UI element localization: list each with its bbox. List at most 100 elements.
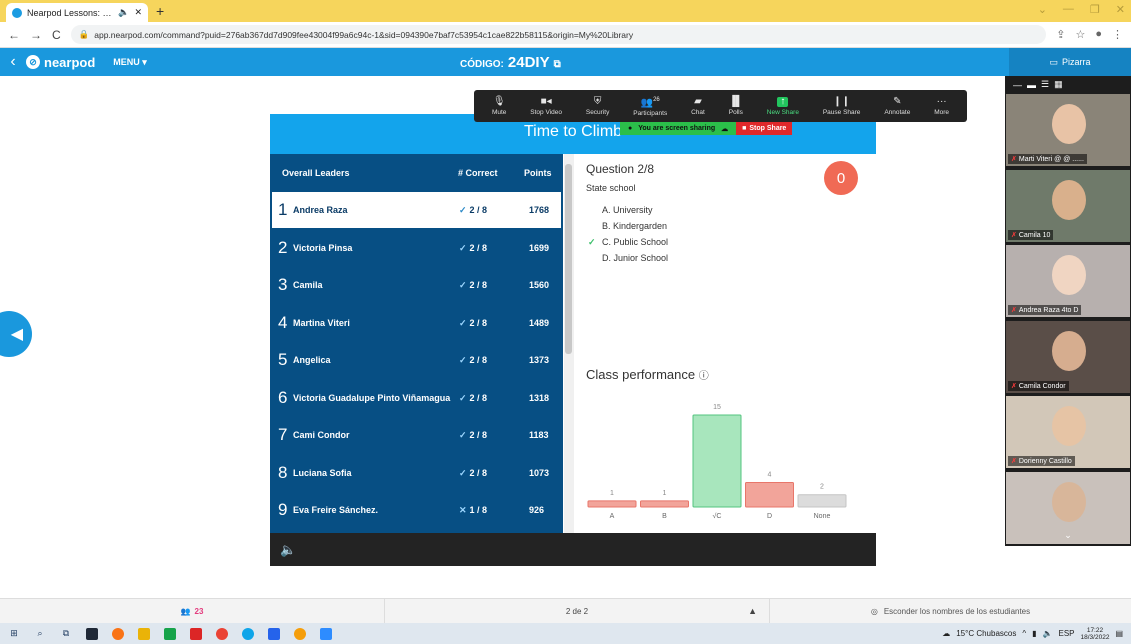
back-arrow-icon[interactable]: ← — [8, 28, 20, 42]
chevron-down-icon[interactable]: ⌄ — [1005, 530, 1131, 546]
chrome-icon[interactable] — [216, 627, 228, 640]
powerpoint-icon[interactable] — [190, 627, 202, 640]
chrome-canary-icon[interactable] — [294, 627, 306, 640]
notifications-icon[interactable]: ▤ — [1115, 629, 1123, 638]
extension-icon[interactable]: ● — [1095, 28, 1102, 41]
firefox-icon[interactable] — [112, 627, 124, 640]
zoom-pause-share-button[interactable]: ❙❙ Pause Share — [823, 96, 861, 116]
url-field[interactable]: 🔒 app.nearpod.com/command?puid=276ab367d… — [70, 25, 1047, 44]
minimize-icon[interactable]: — — [1063, 3, 1074, 16]
screen-sharing-banner: ● You are screen sharing ☁ ■ Stop Share — [620, 122, 793, 135]
category-label: B — [662, 513, 667, 520]
bar-value-label: 15 — [713, 404, 721, 411]
file-explorer-icon[interactable] — [138, 627, 150, 640]
correct-count: ✓ 2 / 8 — [459, 280, 488, 290]
speaker-view-icon[interactable]: ▬ — [1027, 80, 1036, 90]
chevron-left-icon[interactable]: ‹ — [0, 53, 26, 71]
browser-tab[interactable]: Nearpod Lessons: Download 🔈 ✕ — [6, 3, 148, 22]
question-scrollbar[interactable] — [564, 154, 574, 533]
store-icon[interactable] — [86, 627, 98, 640]
student-name: Luciana Sofia — [293, 467, 352, 478]
student-name: Andrea Raza — [293, 205, 348, 215]
language-indicator[interactable]: ESP — [1059, 629, 1075, 638]
zoom-security-button[interactable]: ⛨ Security — [586, 95, 609, 116]
shield-icon: ⛨ — [593, 95, 602, 107]
participant-video-tile[interactable]: ✗ Camila 10 — [1006, 169, 1130, 242]
nearpod-favicon-icon — [12, 7, 22, 18]
kebab-menu-icon[interactable]: ⋮ — [1112, 28, 1123, 41]
zoom-new-share-button[interactable]: ↑ New Share — [767, 96, 799, 116]
minimize-icon[interactable]: — — [1013, 80, 1022, 90]
participant-video-tile[interactable]: ✗ Andrea Raza 4to D — [1006, 245, 1130, 317]
forward-arrow-icon[interactable]: → — [30, 28, 42, 42]
check-icon: ✓ — [459, 317, 467, 328]
points: 1183 — [529, 430, 549, 440]
word-icon[interactable] — [268, 627, 280, 640]
strip-view-icon[interactable]: ☰ — [1041, 79, 1049, 90]
zoom-annotate-button[interactable]: ✎ Annotate — [884, 96, 910, 116]
previous-slide-button[interactable]: ◀ — [0, 311, 32, 357]
windows-taskbar: ⊞ ⌕ ⧉ ☁ 15°C Chubascos ^ ▮ 🔈 ESP 17:22 1… — [0, 623, 1131, 644]
browser-icons: ⇪ ☆ ● ⋮ — [1056, 28, 1123, 41]
reload-icon[interactable]: C — [52, 28, 61, 42]
chevron-down-icon[interactable]: ⌄ — [1038, 3, 1047, 16]
star-icon[interactable]: ☆ — [1075, 28, 1085, 41]
help-icon[interactable]: ⓘ — [699, 371, 709, 382]
gallery-controls: — ▬ ☰ ▦ — [1005, 76, 1131, 93]
task-view-icon[interactable]: ⧉ — [60, 628, 72, 640]
muted-mic-icon: ✗ — [1011, 458, 1017, 465]
clock[interactable]: 17:22 18/3/2022 — [1081, 627, 1110, 641]
speaker-icon[interactable]: 🔈 — [280, 542, 296, 558]
option: ✓ C. Public School — [588, 234, 668, 250]
triangle-up-icon[interactable]: ▲ — [748, 606, 757, 616]
zoom-participants-button[interactable]: 👥26 Participants — [633, 95, 667, 117]
students-count[interactable]: 👥 23 — [0, 599, 385, 623]
correct-count: ✓ 2 / 8 — [459, 317, 488, 328]
correct-count: ✕ 1 / 8 — [459, 505, 488, 515]
rank: 9 — [278, 500, 288, 519]
pizarra-button[interactable]: ▭ Pizarra — [1009, 48, 1131, 76]
new-tab-button[interactable]: + — [156, 3, 164, 19]
points: 926 — [529, 505, 545, 515]
restore-icon[interactable]: ❐ — [1090, 3, 1100, 16]
zoom-stop-video-button[interactable]: ■◂ Stop Video — [530, 96, 562, 116]
url-text: app.nearpod.com/command?puid=276ab367dd7… — [94, 29, 634, 40]
hide-names-toggle[interactable]: ◎ Esconder los nombres de los estudiante… — [770, 607, 1131, 616]
participant-video-tile[interactable]: ✗ Camila Condor — [1006, 320, 1130, 393]
close-icon[interactable]: ✕ — [1116, 3, 1125, 16]
zoom-app-icon[interactable] — [320, 627, 332, 640]
volume-icon[interactable]: 🔈 — [1043, 629, 1053, 638]
menu-button[interactable]: MENU ▾ — [113, 57, 147, 68]
participant-video-tile[interactable]: ✗ Marti Viteri @ @ ...... — [1006, 94, 1130, 166]
points: 1489 — [529, 317, 550, 328]
external-link-icon[interactable]: ⧉ — [554, 59, 561, 70]
edge-icon[interactable] — [242, 627, 254, 640]
bar-value-label: 2 — [820, 484, 824, 491]
excel-icon[interactable] — [164, 627, 176, 640]
participant-video-tile[interactable]: ✗ Dorienny Castillo — [1006, 396, 1130, 468]
cloud-icon: ☁ — [721, 125, 729, 133]
zoom-more-button[interactable]: ··· More — [934, 96, 949, 116]
network-icon[interactable]: ▮ — [1032, 629, 1036, 638]
chevron-up-icon[interactable]: ^ — [1022, 629, 1026, 638]
category-label: √C — [713, 512, 722, 520]
zoom-mute-button[interactable]: 🎙 Mute — [492, 96, 506, 116]
code-value: 24DIY — [507, 54, 550, 71]
stop-share-button[interactable]: ■ Stop Share — [736, 122, 793, 135]
check-icon: ✓ — [459, 430, 467, 440]
scrollbar-thumb[interactable] — [565, 164, 572, 354]
leaderboard-row: 3 Camila ✓ 2 / 8 1560 — [272, 267, 561, 303]
windows-start-icon[interactable]: ⊞ — [8, 628, 20, 640]
triangle-left-icon: ◀ — [10, 326, 23, 343]
page-indicator[interactable]: 2 de 2 ▲ — [385, 599, 770, 623]
zoom-polls-button[interactable]: ▐▌ Polls — [729, 96, 743, 116]
weather-text[interactable]: 15°C Chubascos — [956, 629, 1016, 638]
zoom-chat-button[interactable]: ▰ Chat — [691, 96, 705, 116]
tab-close-icon[interactable]: ✕ — [134, 7, 142, 18]
search-icon[interactable]: ⌕ — [34, 628, 46, 640]
share-icon[interactable]: ⇪ — [1056, 28, 1065, 41]
muted-mic-icon: ✗ — [1011, 382, 1017, 390]
participant-face — [1052, 104, 1086, 144]
grid-view-icon[interactable]: ▦ — [1054, 79, 1063, 90]
participant-face — [1052, 255, 1086, 295]
